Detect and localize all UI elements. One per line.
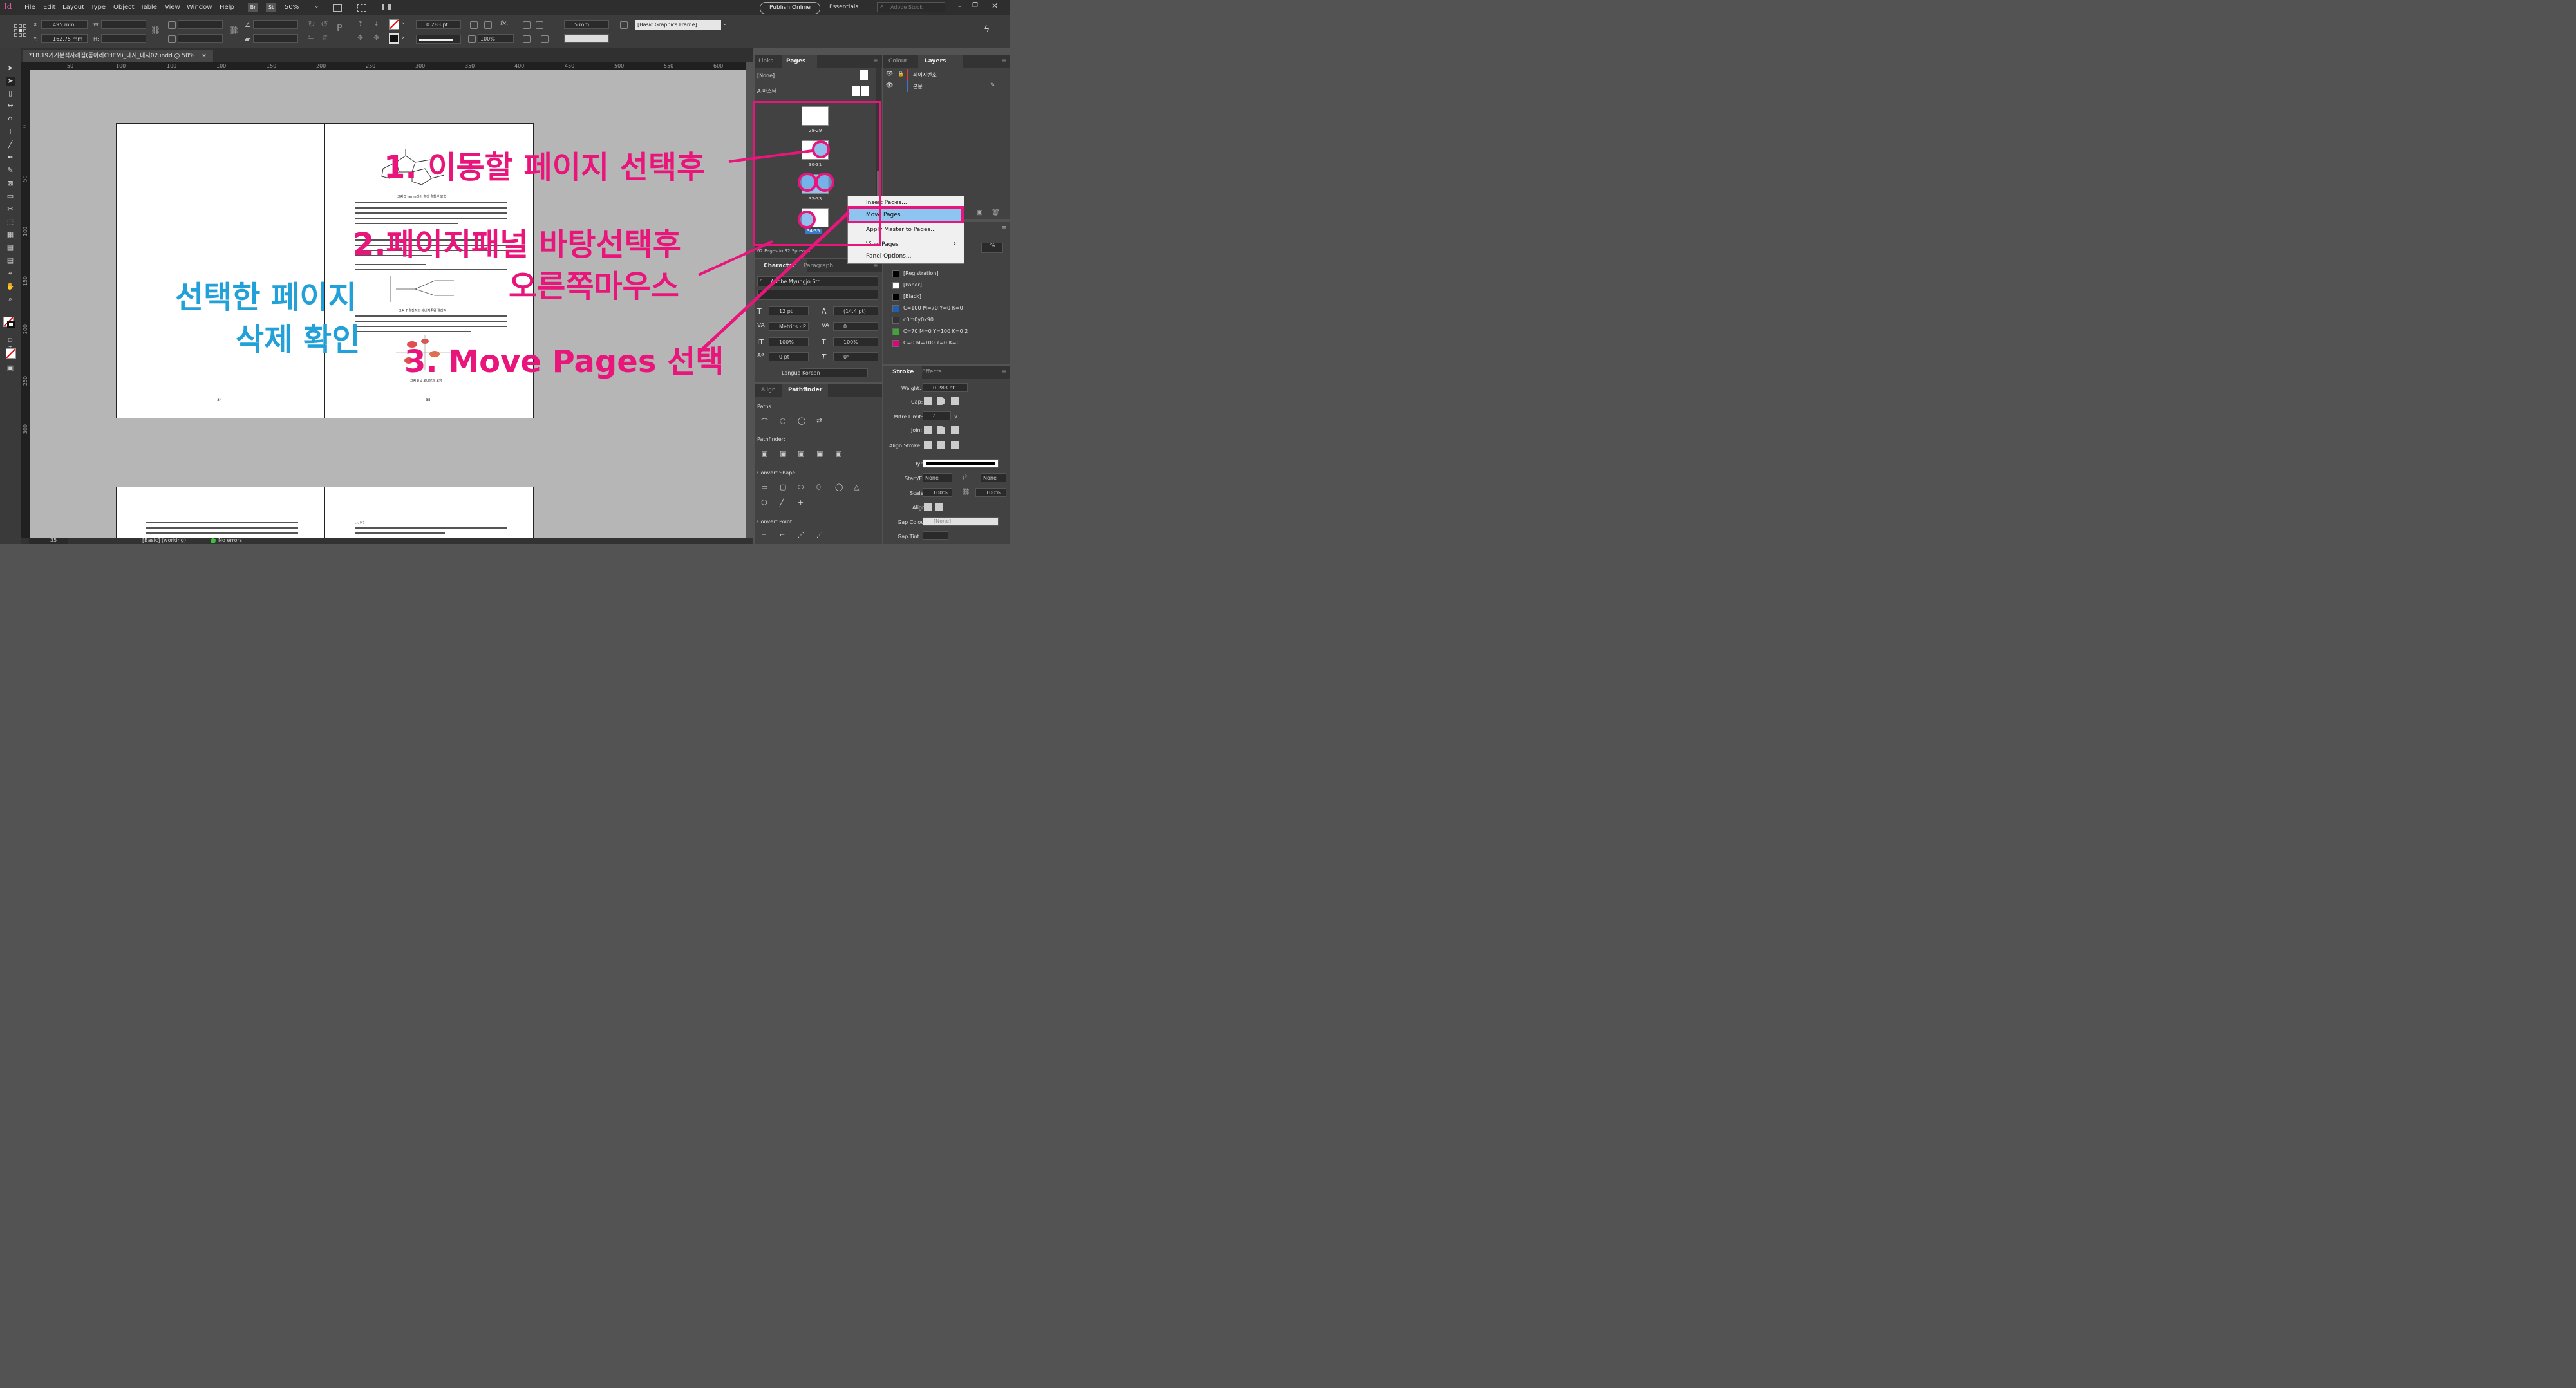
annotation-step1: 1. 이동할 페이지 선택후: [384, 149, 706, 185]
arrow-line: [698, 240, 773, 276]
annotation-arrows: [697, 149, 850, 354]
annotation-step2b: 오른쪽마우스: [509, 268, 679, 305]
annotation-confirm-line2: 삭제 확인: [236, 322, 361, 358]
annotation-step3: 3. Move Pages 선택: [404, 344, 724, 380]
arrow-line: [728, 149, 813, 163]
arrow-line: [697, 211, 850, 354]
annotation-confirm-line1: 선택한 페이지: [175, 279, 357, 315]
annotation-step2: 2.페이지패널 바탕선택후: [353, 227, 681, 263]
